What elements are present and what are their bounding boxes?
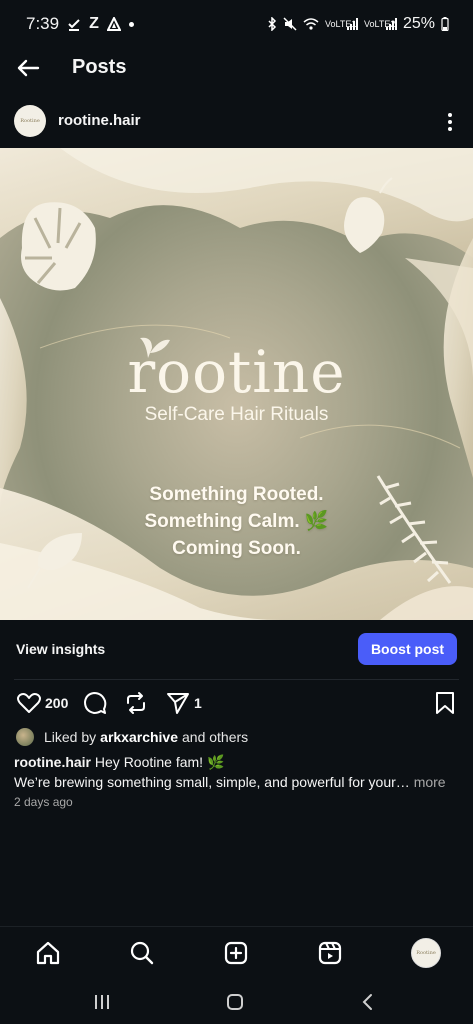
teaser-line: Something Calm. 🌿 [144, 511, 329, 532]
comment-icon[interactable] [82, 690, 108, 716]
recent-apps-icon[interactable] [90, 990, 114, 1014]
caption-text: Hey Rootine fam! 🌿 [94, 754, 225, 770]
battery-percent: 25% [402, 15, 435, 32]
teaser-text: Something Rooted. Something Calm. 🌿 Comi… [0, 481, 473, 562]
divider [14, 679, 459, 680]
post-image[interactable]: rootine Self-Care Hair Rituals Something… [0, 148, 473, 620]
post-username[interactable]: rootine.hair [58, 112, 141, 129]
repost-icon[interactable] [123, 690, 149, 716]
search-icon[interactable] [128, 939, 156, 967]
insights-row: View insights Boost post [0, 628, 473, 672]
page-title: Posts [72, 56, 127, 78]
more-options-icon[interactable] [440, 110, 460, 134]
avatar-logo-text: Rootine [20, 118, 40, 124]
profile-avatar-logo-text: Rootine [416, 950, 436, 956]
mute-icon [283, 17, 297, 31]
download-done-icon [68, 19, 80, 31]
likes-count[interactable]: 200 [45, 695, 68, 711]
post-actions: 200 1 [0, 688, 473, 718]
z-indicator: Z [89, 15, 99, 32]
shares-count[interactable]: 1 [194, 695, 202, 711]
triangle-app-icon [106, 17, 121, 31]
create-post-icon[interactable] [222, 939, 250, 967]
view-insights-link[interactable]: View insights [16, 641, 105, 657]
network-label-1: VoLTE1 [324, 19, 357, 29]
home-icon[interactable] [34, 939, 62, 967]
profile-avatar[interactable]: Rootine [411, 938, 441, 968]
back-arrow-icon[interactable] [14, 54, 42, 82]
status-time: 7:39 [26, 14, 60, 33]
post-header: Rootine rootine.hair [0, 100, 473, 144]
save-bookmark-icon[interactable] [432, 690, 458, 716]
like-heart-icon[interactable] [16, 690, 42, 716]
liked-by-prefix: Liked by [44, 729, 97, 745]
post-timestamp: 2 days ago [14, 795, 73, 809]
teaser-line: Coming Soon. [172, 538, 301, 559]
signal-1-icon [346, 18, 358, 30]
status-bar: 7:39 Z VoLTE1 VoLTE2 25% [0, 0, 473, 48]
reels-icon[interactable] [316, 939, 344, 967]
liked-by-user[interactable]: arkxarchive [100, 729, 178, 745]
brand-subtitle-text: Self-Care Hair Rituals [144, 404, 329, 425]
posts-header: Posts [0, 48, 473, 88]
bottom-nav: Rootine [0, 926, 473, 980]
bluetooth-icon [268, 17, 277, 31]
teaser-line: Something Rooted. [149, 484, 324, 505]
dot-indicator [128, 21, 134, 27]
system-back-icon[interactable] [356, 990, 380, 1014]
liked-by-suffix: and others [182, 729, 249, 745]
liker-avatar [16, 728, 34, 746]
signal-2-icon [385, 18, 397, 30]
more-link[interactable]: more [414, 774, 446, 790]
brand-name-text: rootine [127, 338, 346, 406]
system-navigation-bar [0, 980, 473, 1024]
share-send-icon[interactable] [165, 690, 191, 716]
network-label-2: VoLTE2 [363, 19, 396, 29]
liked-by-row[interactable]: Liked by arkxarchive and others [16, 727, 248, 747]
caption: rootine.hair Hey Rootine fam! 🌿 We’re br… [14, 752, 459, 792]
wifi-icon [303, 18, 319, 30]
battery-icon [441, 17, 449, 31]
avatar[interactable]: Rootine [14, 105, 46, 137]
caption-username[interactable]: rootine.hair [14, 754, 91, 770]
caption-text-line2: We’re brewing something small, simple, a… [14, 774, 410, 790]
boost-post-button[interactable]: Boost post [358, 633, 457, 665]
system-home-icon[interactable] [223, 990, 247, 1014]
